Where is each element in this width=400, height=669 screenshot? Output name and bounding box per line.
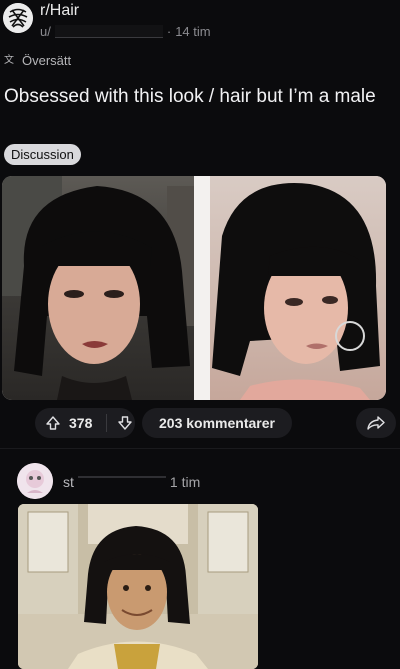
redaction-bar	[77, 476, 166, 488]
comments-button[interactable]: 203 kommentarer	[142, 408, 292, 438]
user-avatar-icon[interactable]	[17, 463, 53, 499]
translate-label: Översätt	[22, 53, 72, 68]
author-line: u/ · 14 tim	[40, 24, 211, 39]
post-image-gallery[interactable]	[2, 176, 386, 400]
upvote-icon[interactable]	[45, 415, 61, 431]
subreddit-name[interactable]: r/Hair	[40, 2, 79, 20]
subreddit-avatar-icon[interactable]	[3, 3, 33, 33]
section-divider	[0, 448, 400, 449]
vote-count: 378	[69, 415, 93, 431]
comment-author-line: st 1 tim	[63, 474, 200, 490]
post-photo-right	[210, 176, 386, 400]
vote-divider	[106, 414, 108, 432]
post-header: r/Hair u/ · 14 tim	[0, 0, 400, 44]
vote-control: 378	[35, 408, 135, 438]
comment-username[interactable]: st	[63, 474, 74, 490]
post-action-bar: 378 203 kommentarer	[0, 402, 400, 442]
svg-text:文: 文	[4, 53, 14, 65]
post-photo-left	[2, 176, 194, 400]
time-separator: ·	[166, 24, 172, 39]
share-button[interactable]	[356, 408, 396, 438]
comments-count: 203 kommentarer	[159, 415, 275, 431]
post-time: 14 tim	[175, 24, 211, 39]
comment-time: 1 tim	[169, 474, 201, 490]
share-icon	[367, 415, 385, 431]
author-username[interactable]: u/	[40, 24, 51, 39]
translate-button[interactable]: 文 Översätt	[4, 53, 71, 68]
redaction-bar	[54, 25, 163, 38]
comment-item: st 1 tim	[0, 452, 400, 669]
post-title[interactable]: Obsessed with this look / hair but I’m a…	[4, 84, 396, 109]
translate-icon: 文	[4, 53, 18, 68]
downvote-icon[interactable]	[117, 415, 133, 431]
post-flair[interactable]: Discussion	[4, 144, 81, 165]
comment-image[interactable]	[18, 504, 258, 669]
